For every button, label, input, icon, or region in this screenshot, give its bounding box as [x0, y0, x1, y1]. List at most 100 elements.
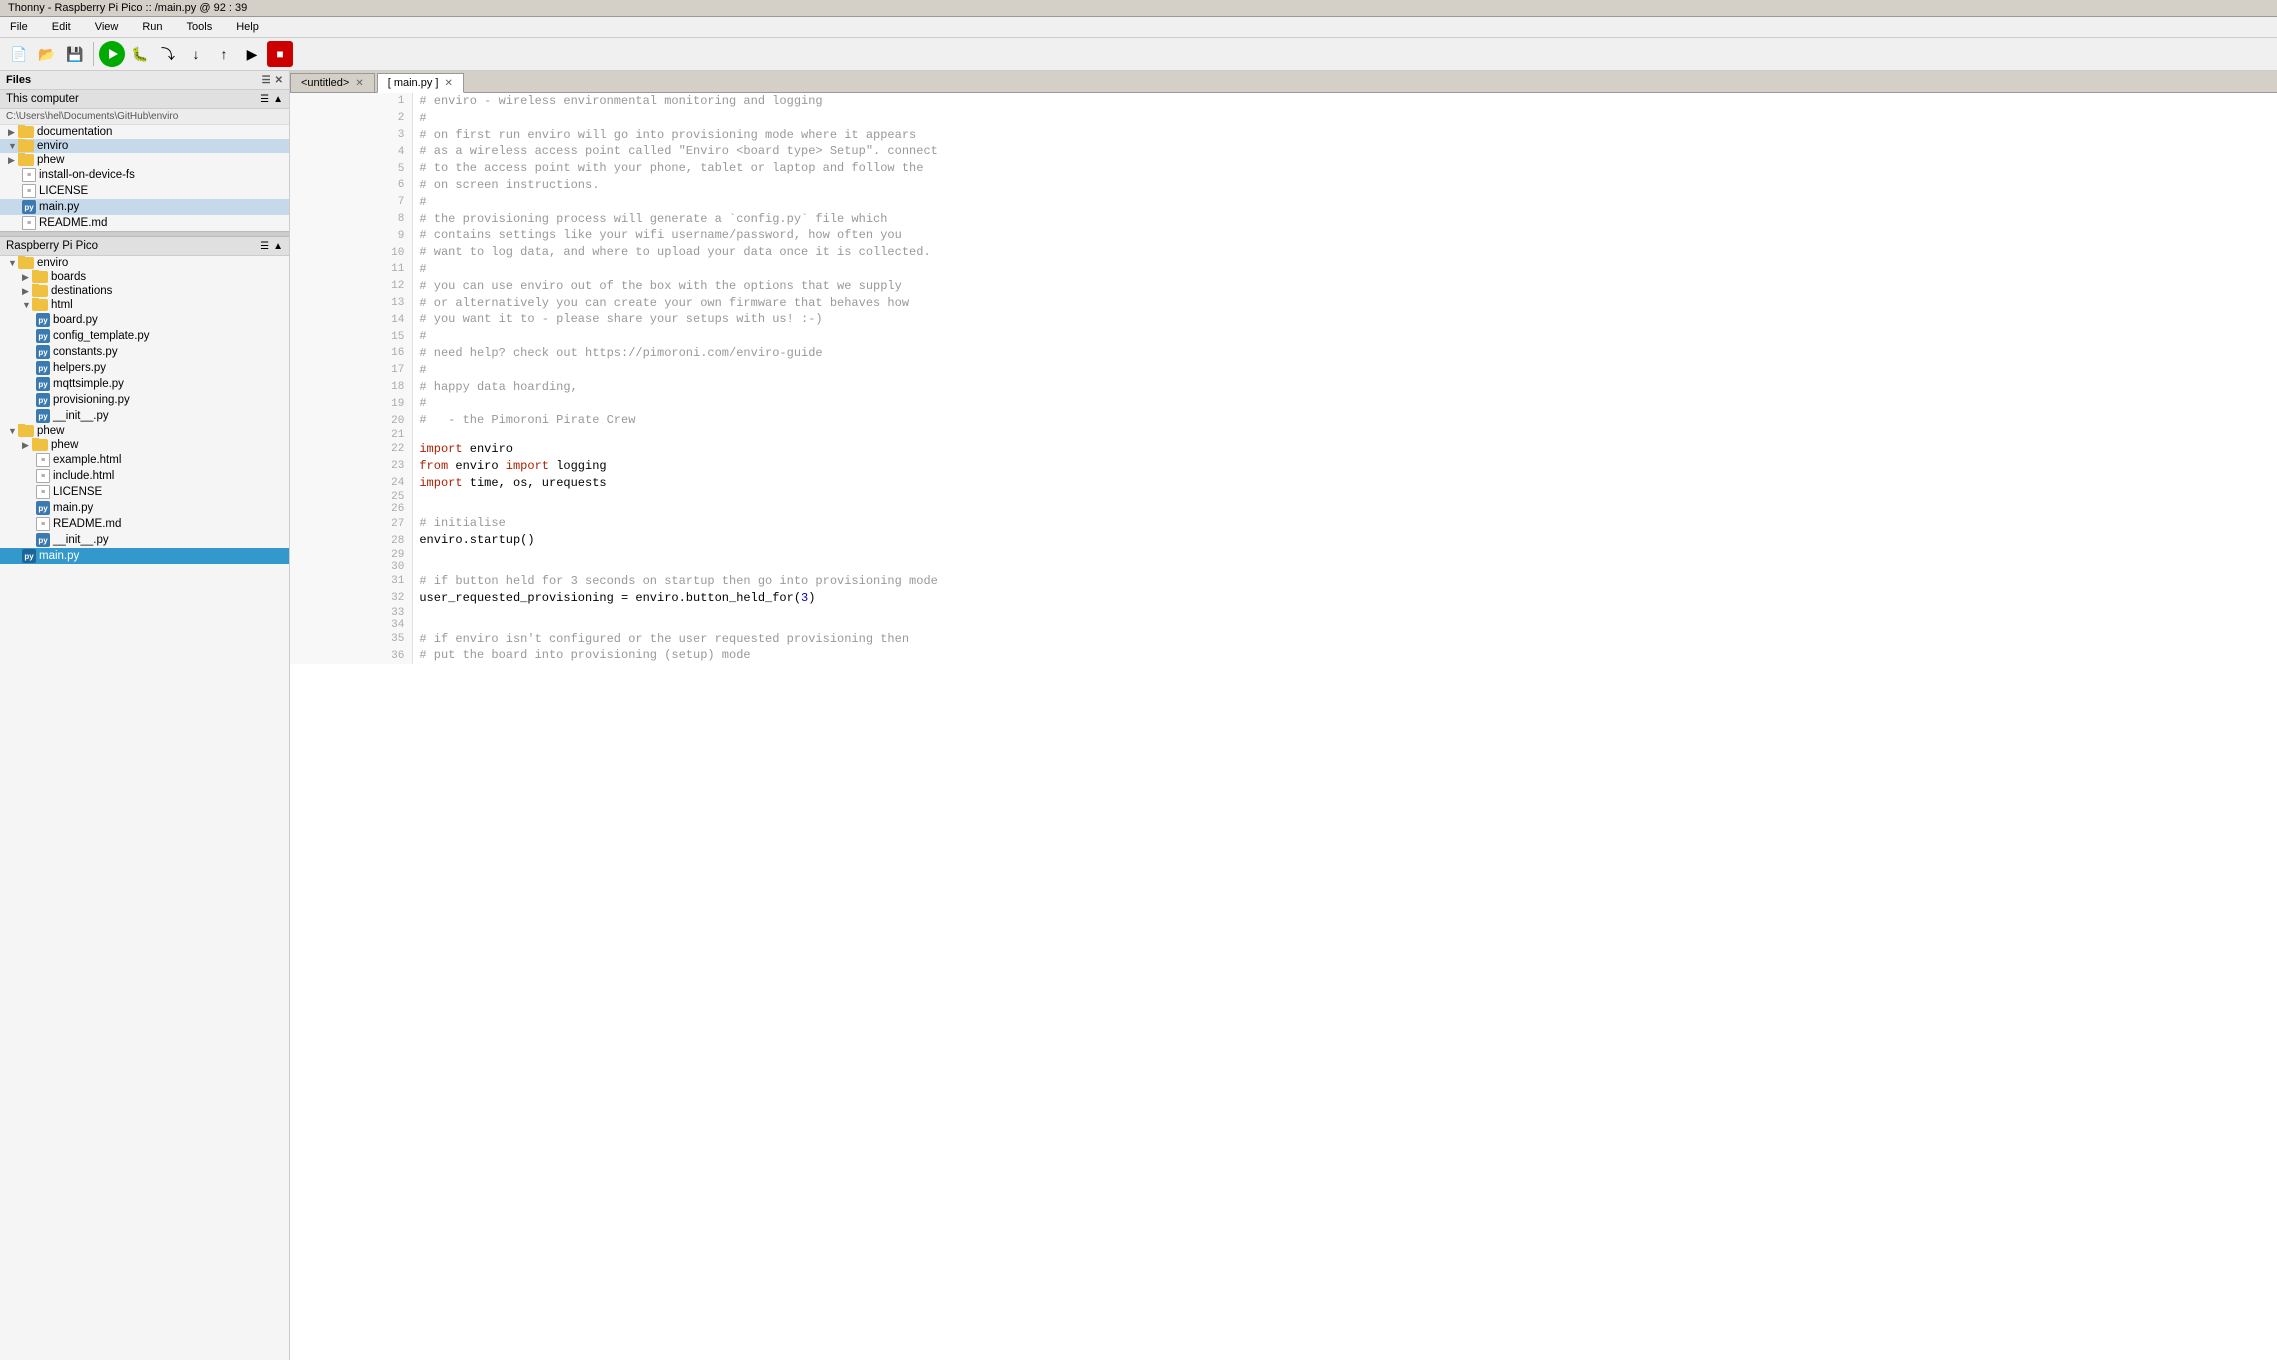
expand-icon: ▼	[22, 300, 32, 310]
debug-button[interactable]: 🐛	[127, 41, 153, 67]
item-label: phew	[51, 439, 79, 451]
list-item[interactable]: py mqttsimple.py	[0, 376, 289, 392]
this-computer-menu[interactable]: ☰	[260, 94, 269, 105]
line-code: import enviro	[413, 441, 2277, 458]
list-item[interactable]: ≡ README.md	[0, 516, 289, 532]
step-over-button[interactable]: ⤵	[155, 41, 181, 67]
pi-pico-expand[interactable]: ▲	[273, 241, 283, 252]
table-row: 23from enviro import logging	[290, 458, 2277, 475]
expand-icon: ▶	[22, 440, 32, 451]
list-item[interactable]: ≡ README.md	[0, 215, 289, 231]
item-label: phew	[37, 154, 65, 166]
tab-label: [ main.py ]	[388, 77, 439, 89]
list-item[interactable]: ▼ phew	[0, 424, 289, 438]
menu-tools[interactable]: Tools	[181, 19, 219, 35]
line-code: user_requested_provisioning = enviro.but…	[413, 590, 2277, 607]
line-number: 18	[290, 379, 413, 396]
list-item[interactable]: py board.py	[0, 312, 289, 328]
code-editor[interactable]: 1# enviro - wireless environmental monit…	[290, 93, 2277, 1360]
list-item[interactable]: ≡ LICENSE	[0, 484, 289, 500]
python-file-icon: py	[36, 393, 50, 407]
list-item[interactable]: ▼ enviro	[0, 139, 289, 153]
list-item[interactable]: py main.py	[0, 199, 289, 215]
this-computer-expand[interactable]: ▲	[273, 94, 283, 105]
table-row: 17#	[290, 362, 2277, 379]
tab-close-icon[interactable]: ✕	[355, 78, 363, 89]
this-computer-section: This computer ☰ ▲ C:\Users\hel\Documents…	[0, 90, 289, 231]
text-file-icon: ≡	[22, 184, 36, 198]
line-code: # the provisioning process will generate…	[413, 211, 2277, 228]
tab-close-icon[interactable]: ✕	[444, 78, 452, 89]
line-number: 4	[290, 143, 413, 160]
line-number: 29	[290, 549, 413, 561]
save-button[interactable]: 💾	[62, 41, 88, 67]
list-item[interactable]: ▶ documentation	[0, 125, 289, 139]
list-item[interactable]: py __init__.py	[0, 532, 289, 548]
line-code	[413, 561, 2277, 573]
list-item[interactable]: py constants.py	[0, 344, 289, 360]
run-button[interactable]	[99, 41, 125, 67]
list-item[interactable]: ▶ phew	[0, 153, 289, 167]
pi-pico-menu[interactable]: ☰	[260, 241, 269, 252]
raspberry-pi-pico-section: Raspberry Pi Pico ☰ ▲ ▼ enviro	[0, 237, 289, 564]
list-item[interactable]: py helpers.py	[0, 360, 289, 376]
list-item[interactable]: py __init__.py	[0, 408, 289, 424]
pi-pico-tree: ▼ enviro ▶ boards ▶ destinations	[0, 256, 289, 564]
line-number: 35	[290, 631, 413, 648]
folder-icon	[32, 285, 48, 297]
new-button[interactable]: 📄	[6, 41, 32, 67]
list-item[interactable]: py provisioning.py	[0, 392, 289, 408]
table-row: 19#	[290, 395, 2277, 412]
list-item[interactable]: ≡ include.html	[0, 468, 289, 484]
line-code: #	[413, 194, 2277, 211]
line-code: # contains settings like your wifi usern…	[413, 227, 2277, 244]
menu-view[interactable]: View	[89, 19, 125, 35]
menu-help[interactable]: Help	[230, 19, 265, 35]
title-bar: Thonny - Raspberry Pi Pico :: /main.py @…	[0, 0, 2277, 17]
resume-button[interactable]: ▶	[239, 41, 265, 67]
tab-main-py[interactable]: [ main.py ] ✕	[377, 73, 464, 93]
table-row: 13# or alternatively you can create your…	[290, 295, 2277, 312]
this-computer-actions: ☰ ▲	[260, 94, 283, 105]
item-label: enviro	[37, 257, 68, 269]
pi-pico-label: Raspberry Pi Pico	[6, 240, 98, 252]
open-button[interactable]: 📂	[34, 41, 60, 67]
table-row: 18# happy data hoarding,	[290, 379, 2277, 396]
line-code: # if button held for 3 seconds on startu…	[413, 573, 2277, 590]
list-item[interactable]: ▼ enviro	[0, 256, 289, 270]
menu-run[interactable]: Run	[136, 19, 168, 35]
python-file-icon: py	[36, 377, 50, 391]
line-code	[413, 607, 2277, 619]
line-number: 21	[290, 429, 413, 441]
list-item[interactable]: ▶ phew	[0, 438, 289, 452]
item-label: README.md	[39, 217, 107, 229]
list-item[interactable]: ≡ install-on-device-fs	[0, 167, 289, 183]
list-item[interactable]: ▶ boards	[0, 270, 289, 284]
line-code: #	[413, 362, 2277, 379]
text-file-icon: ≡	[36, 517, 50, 531]
table-row: 26	[290, 503, 2277, 515]
list-item[interactable]: ≡ example.html	[0, 452, 289, 468]
list-item[interactable]: py config_template.py	[0, 328, 289, 344]
step-into-button[interactable]: ↓	[183, 41, 209, 67]
step-out-button[interactable]: ↑	[211, 41, 237, 67]
table-row: 11#	[290, 261, 2277, 278]
code-body: 1# enviro - wireless environmental monit…	[290, 93, 2277, 664]
item-label: config_template.py	[53, 330, 150, 342]
line-code: # want to log data, and where to upload …	[413, 244, 2277, 261]
list-item[interactable]: py main.py	[0, 548, 289, 564]
stop-button[interactable]	[267, 41, 293, 67]
tab-untitled[interactable]: <untitled> ✕	[290, 73, 375, 92]
panel-menu-icon[interactable]: ☰	[262, 75, 271, 86]
panel-header-actions: ☰ ✕	[262, 75, 283, 86]
folder-icon	[18, 126, 34, 138]
list-item[interactable]: ▼ html	[0, 298, 289, 312]
list-item[interactable]: ▶ destinations	[0, 284, 289, 298]
table-row: 32user_requested_provisioning = enviro.b…	[290, 590, 2277, 607]
panel-close-icon[interactable]: ✕	[275, 75, 283, 86]
menu-file[interactable]: File	[4, 19, 34, 35]
menu-edit[interactable]: Edit	[46, 19, 77, 35]
list-item[interactable]: ≡ LICENSE	[0, 183, 289, 199]
list-item[interactable]: py main.py	[0, 500, 289, 516]
files-panel-title: Files	[6, 74, 31, 86]
